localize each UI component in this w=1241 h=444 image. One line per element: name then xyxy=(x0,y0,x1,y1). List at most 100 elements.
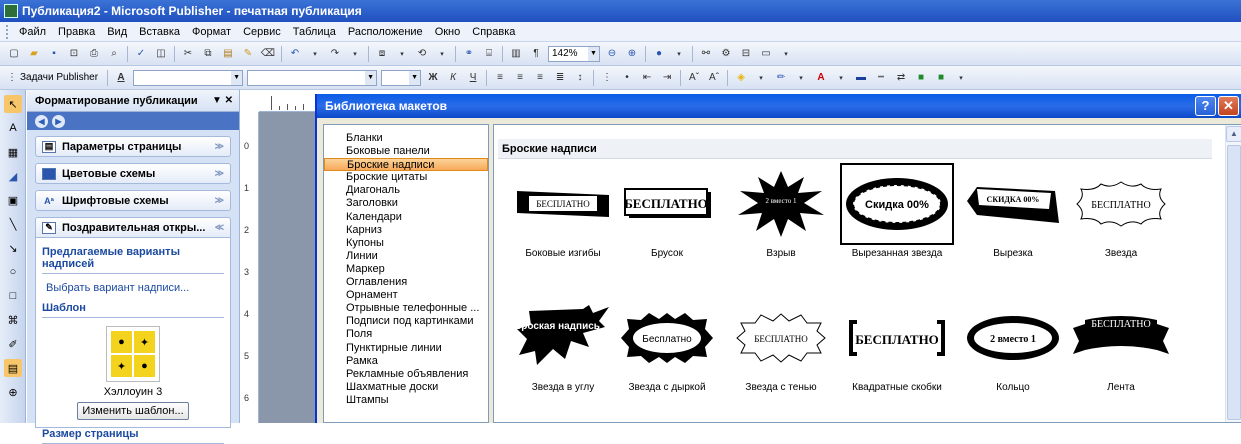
menu-help[interactable]: Справка xyxy=(466,26,521,38)
picture-icon[interactable]: ▣ xyxy=(4,191,22,209)
toolbar-options-icon[interactable]: ▾ xyxy=(671,46,687,62)
category-item[interactable]: Отрывные телефонные ... xyxy=(324,302,488,315)
menu-format[interactable]: Формат xyxy=(186,26,237,38)
scroll-thumb[interactable] xyxy=(1227,145,1241,420)
decrease-indent-icon[interactable]: ⇤ xyxy=(639,70,655,86)
line-spacing-icon[interactable]: ↕ xyxy=(572,70,588,86)
redo-icon[interactable]: ↷ xyxy=(327,46,343,62)
font-color-icon[interactable]: A xyxy=(813,70,829,86)
columns-icon[interactable]: ▥ xyxy=(508,46,524,62)
format-painter-icon[interactable]: ✎ xyxy=(240,46,256,62)
category-item[interactable]: Рекламные объявления xyxy=(324,368,488,381)
font-combo[interactable]: ▼ xyxy=(247,69,378,86)
gallery-item[interactable]: СКИДКА 00% Вырезка xyxy=(958,165,1068,259)
category-item[interactable]: Штампы xyxy=(324,394,488,407)
gallery-item[interactable]: Броская надпись Звезда в углу xyxy=(508,299,618,393)
menu-table[interactable]: Таблица xyxy=(287,26,342,38)
align-left-icon[interactable]: ≡ xyxy=(492,70,508,86)
vertical-scrollbar[interactable]: ▲ xyxy=(1225,125,1241,422)
new-icon[interactable]: ▢ xyxy=(6,46,22,62)
menu-window[interactable]: Окно xyxy=(429,26,467,38)
dropdown-arrow-icon[interactable]: ▾ xyxy=(793,70,809,86)
rotate-icon[interactable]: ⟲ xyxy=(414,46,430,62)
menu-tools[interactable]: Сервис xyxy=(237,26,287,38)
chevron-down-icon[interactable]: ▼ xyxy=(409,70,421,85)
change-template-button[interactable]: Изменить шаблон... xyxy=(77,402,189,420)
zoom-out-icon[interactable]: ⊖ xyxy=(604,46,620,62)
category-item-selected[interactable]: Броские надписи xyxy=(324,158,488,172)
align-center-icon[interactable]: ≡ xyxy=(512,70,528,86)
3d-style-icon[interactable]: ■ xyxy=(933,70,949,86)
style-combo[interactable]: ▼ xyxy=(133,69,244,86)
help-icon[interactable]: ● xyxy=(651,46,667,62)
bring-forward-icon[interactable]: ⧈ xyxy=(374,46,390,62)
chevron-down-icon[interactable]: ▼ xyxy=(588,46,599,61)
category-item[interactable]: Заголовки xyxy=(324,197,488,210)
gallery-item[interactable]: БЕСПЛАТНО Квадратные скобки xyxy=(842,299,952,393)
link-icon[interactable]: ⚯ xyxy=(698,46,714,62)
design-checker-icon[interactable]: ⌸ xyxy=(481,46,497,62)
category-item[interactable]: Бланки xyxy=(324,132,488,145)
back-icon[interactable]: ◀ xyxy=(35,114,48,128)
category-item[interactable]: Пунктирные линии xyxy=(324,342,488,355)
autoshapes-icon[interactable]: ⌘ xyxy=(4,311,22,329)
paragraph-marks-icon[interactable]: ¶ xyxy=(528,46,544,62)
section-greeting-card[interactable]: ✎ Поздравительная откры... ≪ xyxy=(35,217,231,238)
copy-icon[interactable]: ⧉ xyxy=(200,46,216,62)
numbering-icon[interactable]: ⋮ xyxy=(599,70,615,86)
chevron-down-icon[interactable]: ▼ xyxy=(365,70,377,85)
category-item[interactable]: Поля xyxy=(324,328,488,341)
grouping-icon[interactable]: ⚙ xyxy=(718,46,734,62)
permission-icon[interactable]: ⊡ xyxy=(66,46,82,62)
menu-arrange[interactable]: Расположение xyxy=(342,26,429,38)
line-style-icon[interactable]: ▬ xyxy=(853,70,869,86)
increase-font-icon[interactable]: Aˆ xyxy=(706,70,722,86)
hyperlink-icon[interactable]: ⚭ xyxy=(461,46,477,62)
increase-indent-icon[interactable]: ⇥ xyxy=(659,70,675,86)
hotspot-icon[interactable]: ✐ xyxy=(4,335,22,353)
menu-view[interactable]: Вид xyxy=(101,26,133,38)
dropdown-arrow-icon[interactable]: ▾ xyxy=(347,46,363,62)
category-item[interactable]: Оглавления xyxy=(324,276,488,289)
gallery-item[interactable]: 2 вместо 1 Кольцо xyxy=(958,299,1068,393)
gallery-item[interactable]: БЕСПЛАТНО Боковые изгибы xyxy=(508,165,618,259)
category-item[interactable]: Боковые панели xyxy=(324,145,488,158)
gallery-item[interactable]: БЕСПЛАТНО Звезда xyxy=(1066,165,1176,259)
close-button[interactable]: ✕ xyxy=(1218,96,1239,116)
italic-icon[interactable]: К xyxy=(445,70,461,86)
horizontal-ruler[interactable] xyxy=(259,90,315,112)
zoom-in-icon[interactable]: ⊕ xyxy=(624,46,640,62)
arrow-icon[interactable]: ↘ xyxy=(4,239,22,257)
page-workspace[interactable] xyxy=(259,112,315,423)
dropdown-arrow-icon[interactable]: ▾ xyxy=(394,46,410,62)
decrease-font-icon[interactable]: Aˇ xyxy=(686,70,702,86)
gallery-item[interactable]: Бесплатно Звезда с дыркой xyxy=(612,299,722,393)
choose-verse-link[interactable]: Выбрать вариант надписи... xyxy=(42,282,224,294)
forward-icon[interactable]: ▶ xyxy=(52,114,65,128)
underline-icon[interactable]: Ч xyxy=(465,70,481,86)
gallery-item[interactable]: 2 вместо 1 Взрыв xyxy=(726,165,836,259)
gallery-item[interactable]: БЕСПЛАТНО Звезда с тенью xyxy=(726,299,836,393)
shadow-style-icon[interactable]: ■ xyxy=(913,70,929,86)
category-item[interactable]: Календари xyxy=(324,211,488,224)
category-item[interactable]: Броские цитаты xyxy=(324,171,488,184)
spelling-icon[interactable]: ✓ xyxy=(133,46,149,62)
dialog-title-bar[interactable]: Библиотека макетов ? ✕ xyxy=(317,94,1241,118)
paste-icon[interactable]: ▤ xyxy=(220,46,236,62)
template-thumbnail[interactable]: ● ✦ ✦ ● xyxy=(106,326,160,382)
category-item[interactable]: Карниз xyxy=(324,224,488,237)
styles-icon[interactable]: A xyxy=(113,70,129,86)
toolbar-options-icon[interactable]: ▾ xyxy=(953,70,969,86)
menu-insert[interactable]: Вставка xyxy=(133,26,186,38)
category-item[interactable]: Шахматные доски xyxy=(324,381,488,394)
justify-icon[interactable]: ≣ xyxy=(552,70,568,86)
category-item[interactable]: Орнамент xyxy=(324,289,488,302)
section-page-options[interactable]: ▤ Параметры страницы ≫ xyxy=(35,136,231,157)
chevron-down-icon[interactable]: ▼ xyxy=(231,70,243,85)
zoom-combo[interactable]: 142% ▼ xyxy=(548,45,600,62)
vertical-ruler[interactable]: 0 1 2 3 4 5 6 xyxy=(241,112,259,423)
wordart-icon[interactable]: ◢ xyxy=(4,167,22,185)
research-icon[interactable]: ◫ xyxy=(153,46,169,62)
save-icon[interactable]: ▪ xyxy=(46,46,62,62)
align-right-icon[interactable]: ≡ xyxy=(532,70,548,86)
